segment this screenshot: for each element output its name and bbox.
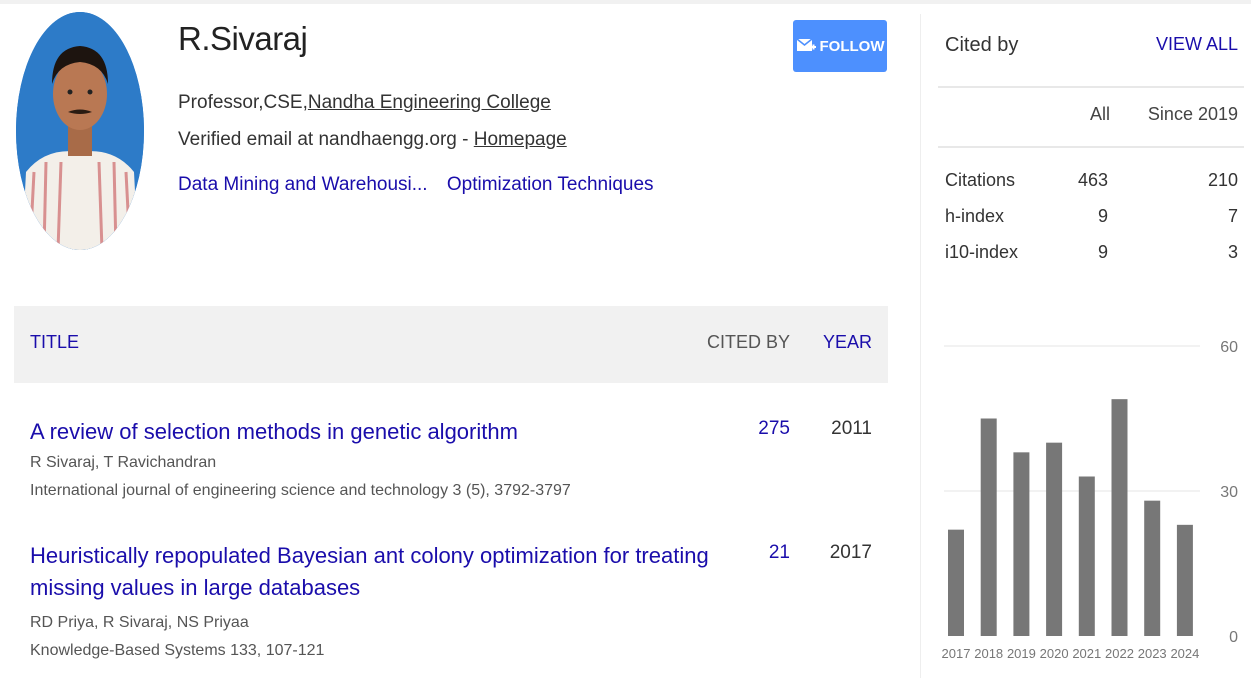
affiliation-role: Professor,CSE, [178,92,308,113]
follow-button[interactable]: FOLLOW [793,20,887,72]
profile-photo [16,12,144,250]
publication-year: 2011 [831,418,872,439]
metric-citations-since: 210 [1207,170,1238,190]
publication-authors: R Sivaraj, T Ravichandran [30,454,217,471]
cited-by-header: CITED BY [706,332,790,352]
y-tick-label: 0 [1229,629,1238,646]
cited-by-count-link[interactable]: 275 [758,418,790,440]
bar-2024[interactable] [1176,524,1193,636]
x-tick-label: 2020 [1040,646,1069,661]
y-tick-label: 60 [1220,339,1238,356]
verified-email-text: Verified email at nandhaengg.org - [178,129,474,150]
y-tick-label: 30 [1220,484,1238,501]
cited-by-count-link[interactable]: 21 [769,542,790,564]
metric-label-i10-index: i10-index [945,242,1019,262]
publication-venue: International journal of engineering sci… [30,482,571,499]
x-tick-label: 2023 [1138,646,1167,661]
profile-email: Verified email at nandhaengg.org - Homep… [178,129,567,151]
citations-per-year-chart: 0 30 60 2017 2018 2019 2020 2021 2022 2023 2024 [942,339,1239,661]
cited-by-title: Cited by [945,34,1019,56]
publication-year: 2017 [829,542,872,563]
x-tick-label: 2022 [1105,646,1134,661]
affiliation-org-link[interactable]: Nandha Engineering College [308,92,551,113]
homepage-link[interactable]: Homepage [474,129,567,150]
bar-2022[interactable] [1111,399,1128,636]
profile-name: R.Sivaraj [178,20,308,57]
divider [938,146,1244,148]
x-tick-label: 2018 [974,646,1003,661]
view-all-link[interactable]: VIEW ALL [1156,34,1238,55]
interest-link-optimization[interactable]: Optimization Techniques [447,174,654,195]
column-divider [920,14,921,678]
x-tick-label: 2017 [942,646,971,661]
bar-2020[interactable] [1046,442,1063,636]
interest-link-data-mining[interactable]: Data Mining and Warehousi... [178,174,428,195]
bar-2019[interactable] [1013,452,1030,636]
metric-i10-index-all: 9 [1097,242,1108,262]
x-tick-label: 2019 [1007,646,1036,661]
sort-by-title[interactable]: TITLE [30,332,79,353]
metric-label-citations: Citations [945,170,1016,190]
publication-title-link[interactable]: Heuristically repopulated Bayesian ant c… [30,540,730,604]
x-tick-label: 2021 [1072,646,1101,661]
metric-h-index-all: 9 [1097,206,1108,226]
publications-table-header: TITLE CITED BY YEAR [14,306,888,383]
divider [938,86,1244,88]
bar-2018[interactable] [980,418,997,637]
publication-title-link[interactable]: A review of selection methods in genetic… [30,416,730,448]
research-interests: Data Mining and Warehousi... Optimizatio… [178,174,668,196]
metric-h-index-since: 7 [1227,206,1238,226]
x-tick-label: 2024 [1170,646,1199,661]
publication-venue: Knowledge-Based Systems 133, 107-121 [30,642,325,659]
publication-authors: RD Priya, R Sivaraj, NS Priyaa [30,614,249,631]
mail-plus-icon [796,38,816,51]
sort-by-year[interactable]: YEAR [823,332,872,353]
metric-i10-index-since: 3 [1227,242,1238,262]
column-header-all: All [1090,104,1111,124]
top-border [0,0,1251,4]
follow-label: FOLLOW [819,37,885,55]
bar-2021[interactable] [1078,476,1095,637]
column-header-since: Since 2019 [1147,104,1238,124]
metric-citations-all: 463 [1077,170,1108,190]
metric-label-h-index: h-index [945,206,1005,226]
profile-affiliation: Professor,CSE,Nandha Engineering College [178,92,551,114]
bar-2017[interactable] [948,529,964,636]
bar-2023[interactable] [1144,500,1161,636]
